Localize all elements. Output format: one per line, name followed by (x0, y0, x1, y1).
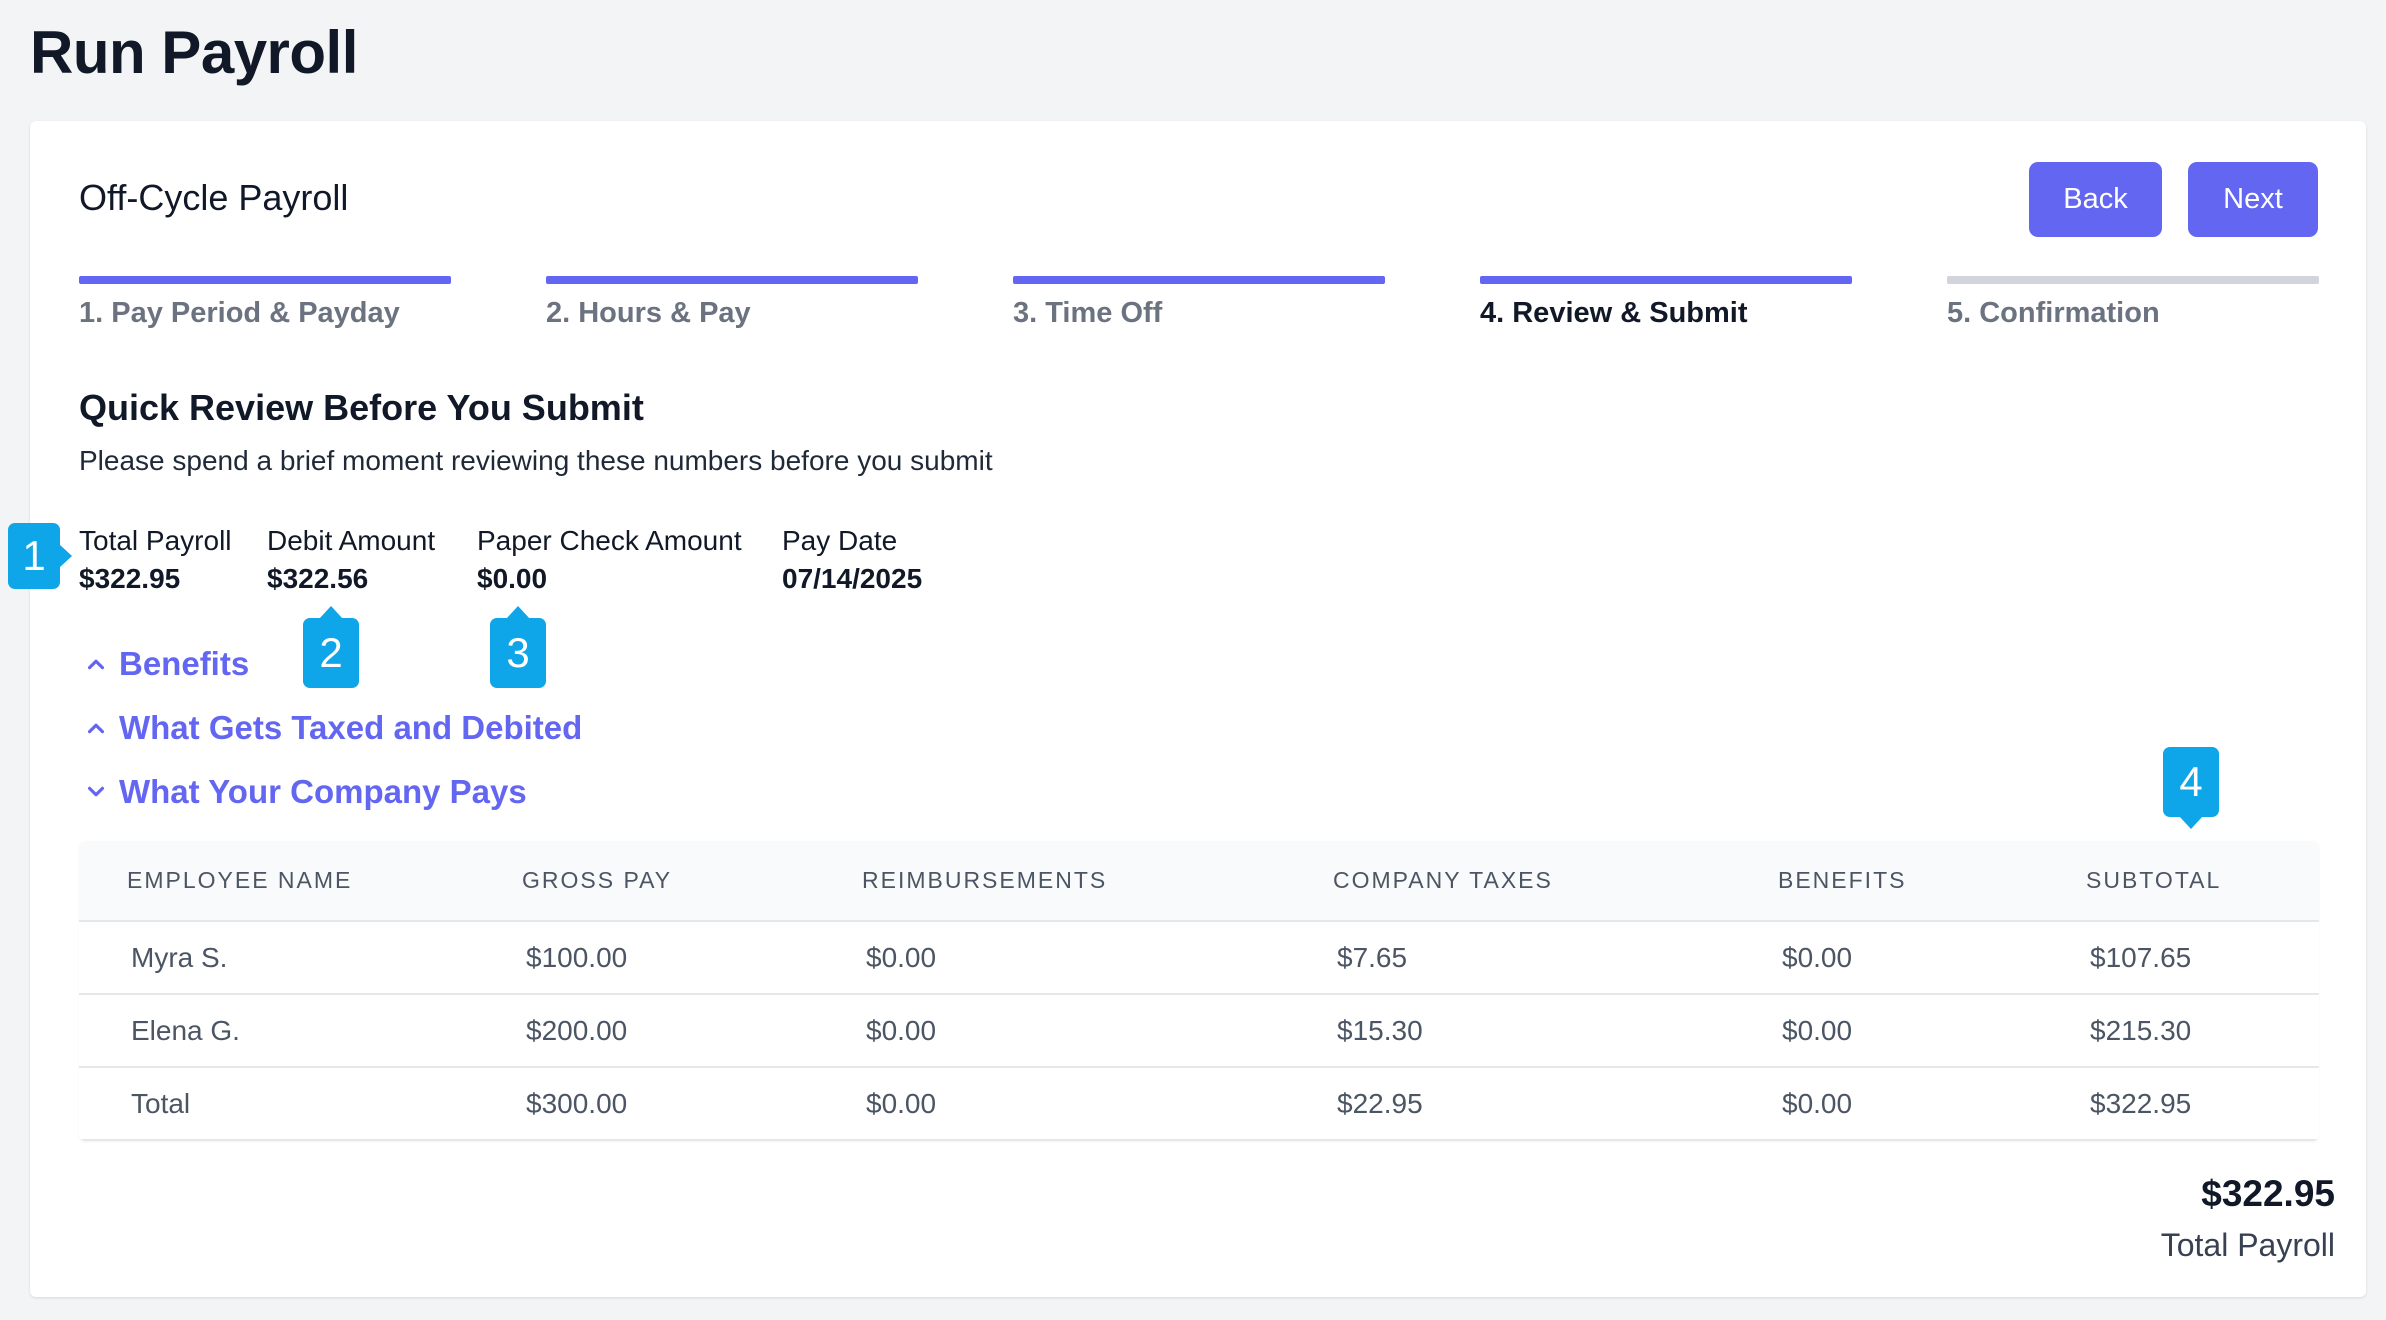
column-header: EMPLOYEE NAME (127, 867, 353, 893)
callout-arrow-icon (319, 606, 343, 619)
column-header: SUBTOTAL (2086, 867, 2222, 893)
total-payroll-label: Total Payroll (2160, 1227, 2335, 1263)
chevron-up-icon (87, 659, 105, 670)
table-header-row: EMPLOYEE NAME GROSS PAY REIMBURSEMENTS C… (79, 841, 2319, 921)
callout-arrow-icon (2179, 816, 2203, 829)
page-title: Run Payroll (30, 19, 358, 86)
step-confirmation: 5. Confirmation (1947, 276, 2319, 330)
callout-arrow-icon (506, 606, 530, 619)
table-cell: $107.65 (2090, 941, 2192, 973)
summary-paper-check-amount: Paper Check Amount $0.00 (477, 525, 742, 595)
step-progress-bar (1480, 276, 1852, 284)
table-cell: $300.00 (526, 1087, 628, 1119)
section-toggle-label: What Gets Taxed and Debited (119, 709, 583, 746)
table-cell: $200.00 (526, 1014, 628, 1046)
benefits-toggle[interactable]: Benefits (85, 645, 249, 683)
section-toggle-label: Benefits (119, 645, 250, 682)
callout-badge-number: 4 (2179, 758, 2203, 805)
table-row: Elena G. $200.00 $0.00 $15.30 $0.00 $215… (79, 994, 2319, 1067)
back-button[interactable]: Back (2029, 162, 2162, 237)
step-pay-period: 1. Pay Period & Payday (79, 276, 451, 330)
next-button[interactable]: Next (2188, 162, 2318, 237)
summary-label: Total Payroll (79, 525, 232, 556)
table-cell: Total (131, 1087, 191, 1119)
table-cell: Elena G. (131, 1014, 240, 1046)
summary-total-payroll: Total Payroll $322.95 (79, 525, 232, 595)
table-cell: $7.65 (1337, 941, 1408, 973)
callout-badge-number: 1 (22, 532, 46, 579)
table-cell: $215.30 (2090, 1014, 2192, 1046)
table-cell: $15.30 (1337, 1014, 1423, 1046)
company-pays-toggle[interactable]: What Your Company Pays (85, 773, 527, 811)
table-row: Myra S. $100.00 $0.00 $7.65 $0.00 $107.6… (79, 921, 2319, 994)
total-payroll-summary: $322.95 Total Payroll (2161, 1173, 2335, 1264)
callout-badge-3: 3 (490, 606, 546, 688)
step-label: 5. Confirmation (1947, 297, 2160, 329)
callout-arrow-icon (59, 544, 72, 568)
callout-badge-1: 1 (8, 523, 72, 589)
step-progress-bar (1947, 276, 2319, 284)
step-label: 2. Hours & Pay (546, 297, 751, 329)
summary-label: Debit Amount (267, 525, 436, 556)
table-cell: $0.00 (1782, 941, 1853, 973)
step-progress-bar (1013, 276, 1385, 284)
summary-label: Paper Check Amount (477, 525, 742, 556)
review-heading: Quick Review Before You Submit (79, 387, 644, 428)
payroll-card: Off-Cycle Payroll Back Next 1. Pay Perio… (30, 121, 2366, 1297)
chevron-up-icon (87, 723, 105, 734)
total-payroll-amount: $322.95 (2201, 1173, 2335, 1214)
callout-badge-2: 2 (303, 606, 359, 688)
step-label: 3. Time Off (1013, 297, 1163, 329)
table-total-row: Total $300.00 $0.00 $22.95 $0.00 $322.95 (79, 1067, 2319, 1140)
callout-badge-number: 2 (319, 629, 343, 676)
step-progress-bar (546, 276, 918, 284)
step-time-off: 3. Time Off (1013, 276, 1385, 330)
step-hours-pay: 2. Hours & Pay (546, 276, 918, 330)
table-cell: $0.00 (1782, 1087, 1853, 1119)
step-label: 1. Pay Period & Payday (79, 297, 400, 329)
company-pays-table: EMPLOYEE NAME GROSS PAY REIMBURSEMENTS C… (79, 841, 2319, 1141)
column-header: COMPANY TAXES (1333, 867, 1553, 893)
summary-pay-date: Pay Date 07/14/2025 (782, 525, 922, 595)
stepper: 1. Pay Period & Payday 2. Hours & Pay 3.… (79, 276, 2319, 336)
table-cell: $0.00 (866, 941, 937, 973)
summary-value: $322.56 (267, 563, 369, 594)
table-cell: Myra S. (131, 941, 228, 973)
step-label: 4. Review & Submit (1480, 297, 1748, 329)
column-header: GROSS PAY (522, 867, 673, 893)
step-progress-bar (79, 276, 451, 284)
review-subtitle: Please spend a brief moment reviewing th… (79, 445, 993, 476)
page: Run Payroll Off-Cycle Payroll Back Next … (0, 0, 2386, 1320)
table-cell: $100.00 (526, 941, 628, 973)
taxed-debited-toggle[interactable]: What Gets Taxed and Debited (85, 709, 582, 747)
column-header: BENEFITS (1778, 867, 1907, 893)
table-cell: $22.95 (1337, 1087, 1423, 1119)
summary-value: $0.00 (477, 563, 548, 594)
card-title: Off-Cycle Payroll (79, 177, 349, 218)
summary-value: $322.95 (79, 563, 181, 594)
table-cell: $0.00 (1782, 1014, 1853, 1046)
step-review-submit: 4. Review & Submit (1480, 276, 1852, 330)
table-cell: $0.00 (866, 1014, 937, 1046)
chevron-down-icon (87, 786, 105, 797)
summary-label: Pay Date (782, 525, 898, 556)
summary-value: 07/14/2025 (782, 563, 923, 594)
callout-badge-number: 3 (506, 629, 530, 676)
column-header: REIMBURSEMENTS (862, 867, 1108, 893)
table-cell: $0.00 (866, 1087, 937, 1119)
table-cell: $322.95 (2090, 1087, 2192, 1119)
summary-debit-amount: Debit Amount $322.56 (267, 525, 435, 595)
section-toggle-label: What Your Company Pays (119, 773, 527, 810)
callout-badge-4: 4 (2163, 747, 2219, 829)
